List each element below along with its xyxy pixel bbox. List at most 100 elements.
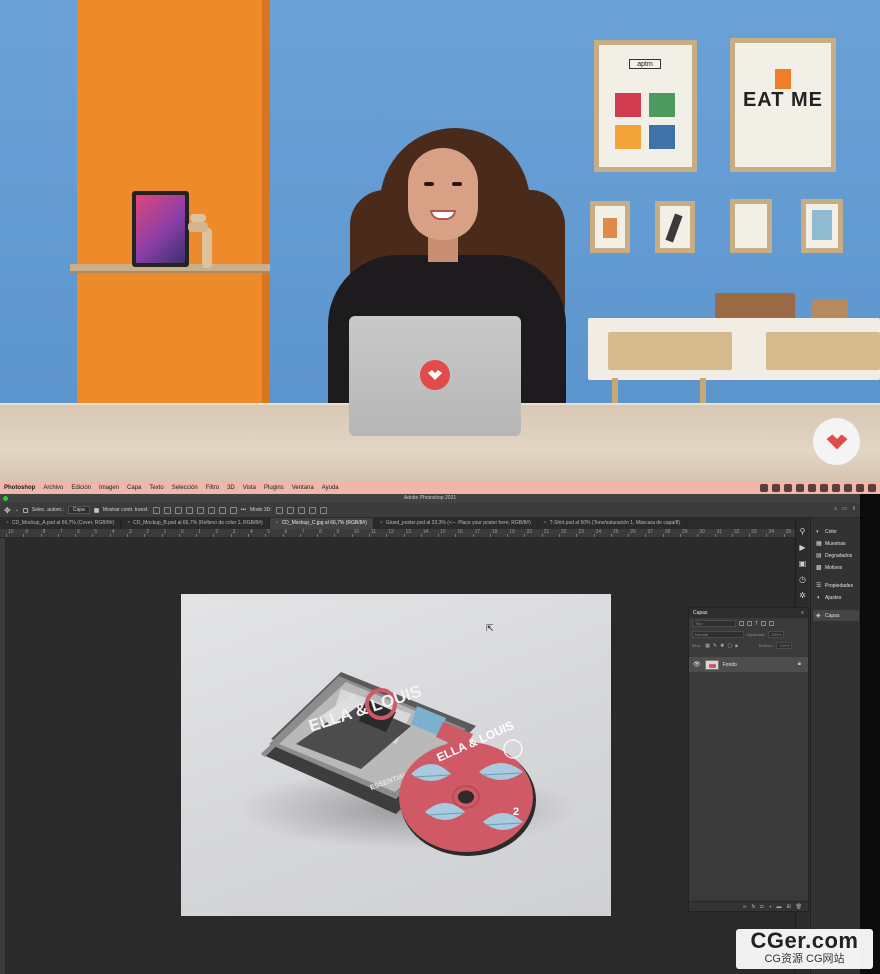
tray-icon[interactable] [784,484,792,492]
close-icon[interactable]: × [6,520,9,526]
menu-texto[interactable]: Texto [149,485,163,491]
menu-ventana[interactable]: Ventana [292,485,314,491]
lock-transparent-icon[interactable]: ▦ [705,643,710,649]
align-middle-icon[interactable] [196,506,204,514]
tab-cd-mockup-c[interactable]: × CD_Mockup_C.jpg al 66,7% (RGB/8#) [269,518,374,529]
filter-smart-object-icon[interactable] [769,621,775,626]
tray-icon[interactable] [856,484,864,492]
align-left-icon[interactable] [152,506,160,514]
tab-cd-mockup-b[interactable]: × CD_Mockup_B.psd al 66,7% (Relleno de co… [121,518,270,529]
auto-select-checkbox[interactable] [22,507,28,513]
roll-3d-icon[interactable] [286,506,294,514]
filter-shape-icon[interactable] [761,621,767,626]
layers-panel-title[interactable]: Capas [693,610,707,616]
new-group-icon[interactable]: ▬ [776,904,781,910]
tray-icon[interactable] [772,484,780,492]
lock-image-icon[interactable]: ✎ [713,643,717,649]
layer-filter-search[interactable]: Tipo [692,620,736,627]
menu-vista[interactable]: Vista [243,485,256,491]
lock-artboard-icon[interactable]: ▢ [727,643,732,649]
libraries-icon[interactable]: ▣ [799,560,807,568]
tray-icon[interactable] [796,484,804,492]
menu-photoshop[interactable]: Photoshop [4,485,35,491]
tray-icon[interactable] [808,484,816,492]
tray-icon[interactable] [844,484,852,492]
menu-3d[interactable]: 3D [227,485,235,491]
menu-imagen[interactable]: Imagen [99,485,119,491]
scale-3d-icon[interactable] [319,506,327,514]
lock-position-icon[interactable]: ✥ [720,643,724,649]
filter-adjustment-icon[interactable] [747,621,752,626]
filter-pixel-icon[interactable] [739,621,744,626]
close-icon[interactable]: × [544,520,547,526]
document-canvas[interactable]: ELLA & LOUIS ESSENTIALS ELLA & LOUIS 2 [181,594,611,916]
layer-row[interactable]: 👁︎ Fondo 🔒︎ [689,657,808,672]
dock-item-motivos[interactable]: ▩ Motivos [813,562,859,573]
tab-glued-poster[interactable]: × Glued_poster.psd al 33,3% (<--- Place y… [374,518,538,529]
filter-type-icon[interactable]: T [755,621,758,627]
slide-3d-icon[interactable] [308,506,316,514]
menu-archivo[interactable]: Archivo [43,485,63,491]
play-actions-icon[interactable]: ▶ [799,544,807,552]
link-layers-icon[interactable]: ∞ [743,904,747,910]
settings-icon[interactable]: ✲ [799,592,807,600]
menu-filtro[interactable]: Filtro [206,485,219,491]
show-transform-checkbox[interactable] [93,507,99,513]
history-icon[interactable]: ◷ [799,576,807,584]
search-icon[interactable]: ⌕ [834,506,837,512]
orbit-3d-icon[interactable] [275,506,283,514]
share-icon[interactable]: ⇪ [852,506,856,512]
layer-name[interactable]: Fondo [723,662,737,668]
opacity-field[interactable]: 100% [768,631,785,638]
more-options-icon[interactable]: ••• [241,507,246,513]
panel-menu-icon[interactable]: ≡ [801,608,804,618]
ruler-tick-label: 9 [336,529,340,535]
window-zoom-button[interactable] [3,496,8,501]
align-top-icon[interactable] [185,506,193,514]
pan-3d-icon[interactable] [297,506,305,514]
layer-style-icon[interactable]: fx [751,904,755,910]
add-mask-icon[interactable]: ◘ [760,904,763,910]
blend-mode-dropdown[interactable]: Normal [692,631,744,638]
tray-icon[interactable] [820,484,828,492]
ruler-tick-mark [455,534,457,537]
lock-all-icon[interactable]: 🔒︎ [735,643,738,649]
menu-seleccion[interactable]: Selección [172,485,198,491]
dock-item-muestras[interactable]: ▦ Muestras [813,538,859,549]
dock-item-color[interactable]: ◐ Color [813,526,859,537]
close-icon[interactable]: × [380,520,383,526]
distribute-icon[interactable] [218,506,226,514]
ruler-tick-mark [230,534,232,537]
tray-icon[interactable] [760,484,768,492]
menu-plugins[interactable]: Plugins [264,485,284,491]
adjustment-layer-icon[interactable]: ◑ [768,904,771,910]
tab-t-shirt[interactable]: × T-Shirt.psd al 50% (Tono/saturación 1, … [538,518,688,529]
align-center-icon[interactable] [163,506,171,514]
distribute-icon[interactable] [229,506,237,514]
tray-icon[interactable] [832,484,840,492]
move-tool-icon[interactable]: ✥ [4,506,11,515]
ruler-tick-mark [610,534,612,537]
menu-ayuda[interactable]: Ayuda [322,485,339,491]
horizontal-ruler[interactable]: 10 9 8 7 6 5 4 3 2 1 0 1 2 3 4 5 6 7 8 9 10 11 12 13 14 15 16 17 18 1… [0,529,795,538]
dock-item-degradados[interactable]: ▤ Degradados [813,550,859,561]
auto-select-target-dropdown[interactable]: Capa [67,506,90,514]
align-bottom-icon[interactable] [207,506,215,514]
workspace-switcher-icon[interactable]: ▭ [842,506,847,512]
new-layer-icon[interactable]: ⊞ [786,904,790,910]
tool-preset-chevron-icon[interactable]: ⌄ [15,507,19,513]
menu-capa[interactable]: Capa [127,485,141,491]
dock-item-capas[interactable]: ◈ Capas [813,610,859,621]
tab-cd-mockup-a[interactable]: × CD_Mockup_A.psd al 66,7% (Cover, RGB/8#… [0,518,122,529]
delete-layer-icon[interactable]: 🗑︎ [796,904,802,910]
align-right-icon[interactable] [174,506,182,514]
tray-icon[interactable] [868,484,876,492]
fill-field[interactable]: 100% [776,642,793,649]
menu-edicion[interactable]: Edición [71,485,91,491]
close-icon[interactable]: × [127,520,130,526]
dock-item-propiedades[interactable]: ☰ Propiedades [813,580,859,591]
dock-item-ajustes[interactable]: ◑ Ajustes [813,592,859,603]
history-brush-icon[interactable]: ⚲ [799,528,807,536]
close-icon[interactable]: × [276,520,279,526]
eye-visibility-icon[interactable]: 👁︎ [693,661,701,668]
